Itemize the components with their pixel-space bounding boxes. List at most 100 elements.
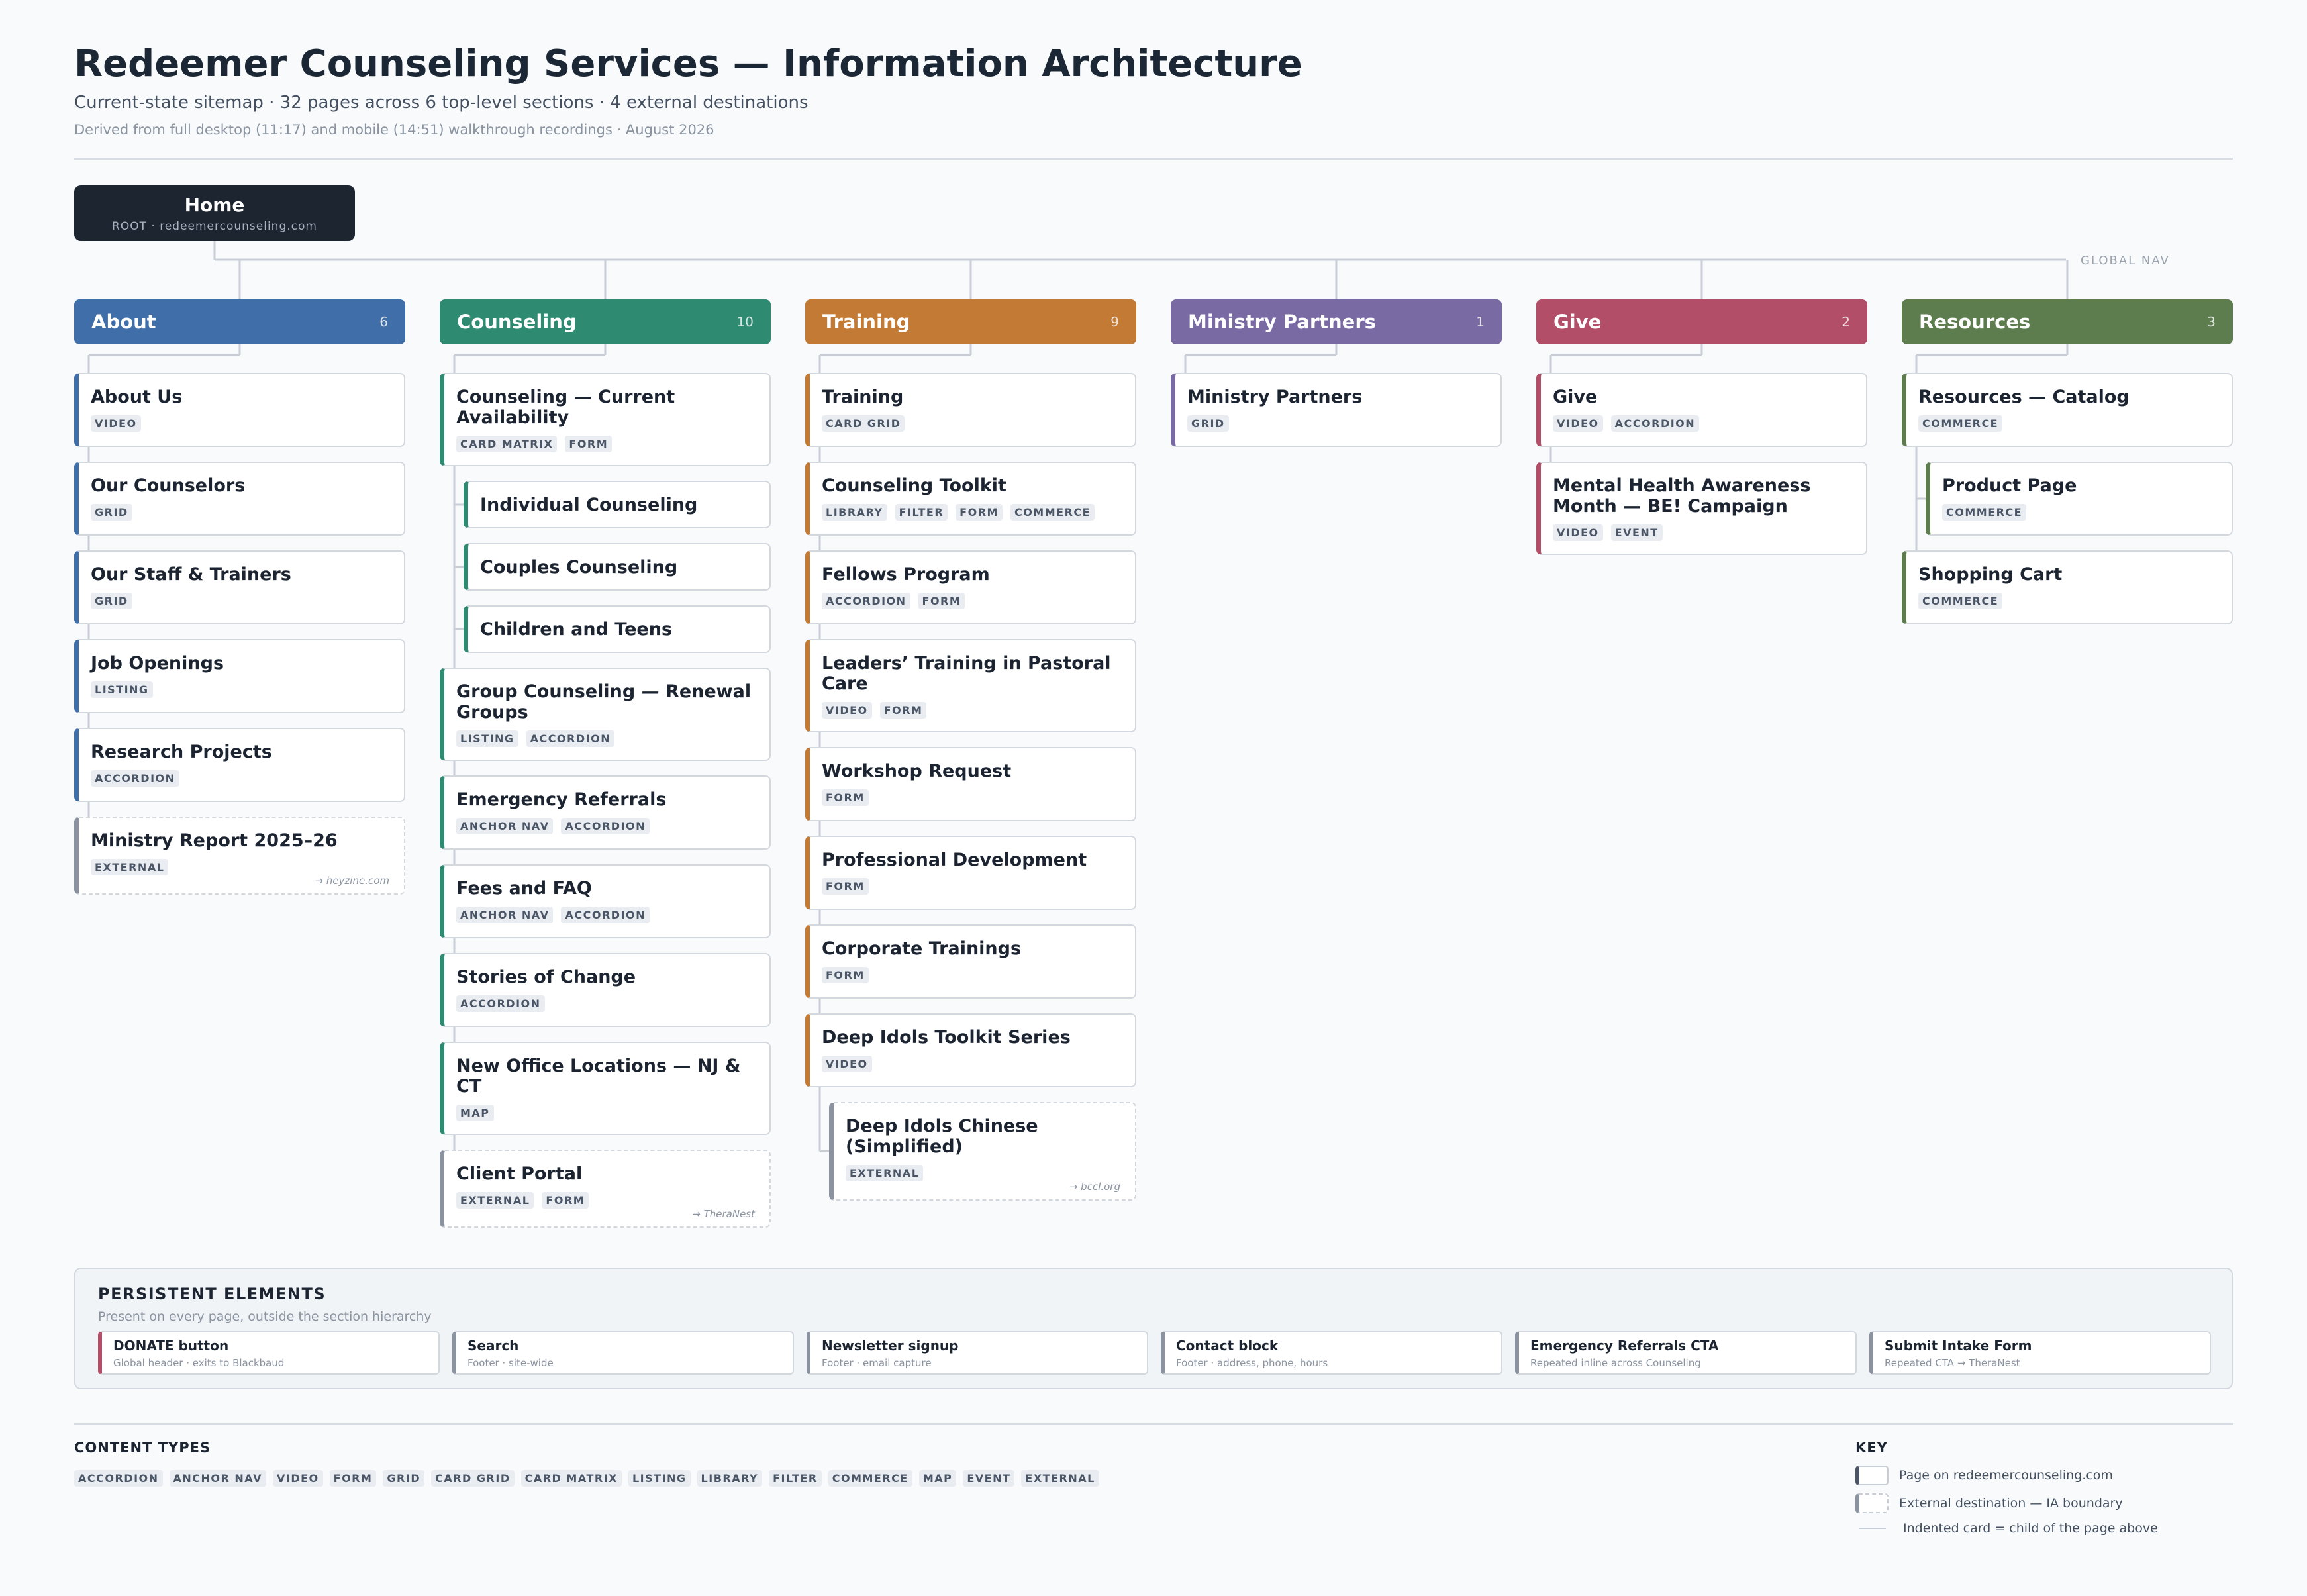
content-type-tags: VIDEO ACCORDION: [1553, 415, 1853, 432]
section-header-resources[interactable]: Resources 3: [1902, 299, 2233, 344]
tag-video: VIDEO: [822, 1056, 872, 1072]
content-types-title: CONTENT TYPES: [74, 1440, 211, 1456]
tag-form: FORM: [542, 1192, 589, 1209]
persistent-search[interactable]: Search Footer · site-wide: [452, 1331, 794, 1375]
content-type-tags: EXTERNAL: [846, 1165, 1122, 1181]
child-page-card-children-and-teens[interactable]: Children and Teens: [464, 605, 771, 653]
content-type-tags: ANCHOR NAV ACCORDION: [456, 907, 756, 923]
section-header-ministry-partners[interactable]: Ministry Partners 1: [1171, 299, 1502, 344]
tag-accordion: ACCORDION: [1610, 415, 1700, 432]
key-page: Page on redeemercounseling.com: [1855, 1466, 2113, 1485]
page-title: Leaders’ Training in Pastoral Care: [822, 653, 1111, 694]
legend-tag-listing: LISTING: [628, 1470, 691, 1487]
content-type-tags: FORM: [822, 878, 1122, 895]
page-card-group-counseling-renewal-groups[interactable]: Group Counseling — Renewal Groups LISTING…: [440, 668, 771, 761]
page-card-training[interactable]: Training CARD GRID: [805, 373, 1136, 447]
page-card-mental-health-awareness-month-be-campaign[interactable]: Mental Health Awareness Month — BE! Camp…: [1536, 462, 1867, 555]
page-card-resources-catalog[interactable]: Resources — Catalog COMMERCE: [1902, 373, 2233, 447]
content-type-tags: ACCORDION: [91, 770, 391, 787]
key-child-line: [1859, 1528, 1886, 1529]
page-card-deep-idols-toolkit-series[interactable]: Deep Idols Toolkit Series VIDEO: [805, 1013, 1136, 1087]
content-type-tags: VIDEO: [91, 415, 391, 432]
tag-anchor-nav: ANCHOR NAV: [456, 907, 554, 923]
legend-tag-event: EVENT: [963, 1470, 1015, 1487]
persistent-emergency-referrals-cta[interactable]: Emergency Referrals CTA Repeated inline a…: [1515, 1331, 1857, 1375]
page-card-research-projects[interactable]: Research Projects ACCORDION: [74, 728, 405, 802]
persistent-item-detail: Repeated inline across Counseling: [1530, 1357, 1701, 1369]
tag-form: FORM: [918, 593, 965, 609]
page-card-professional-development[interactable]: Professional Development FORM: [805, 836, 1136, 910]
page-title: Training: [822, 387, 904, 407]
page-card-ministry-partners[interactable]: Ministry Partners GRID: [1171, 373, 1502, 447]
page-card-workshop-request[interactable]: Workshop Request FORM: [805, 747, 1136, 821]
page-card-corporate-trainings[interactable]: Corporate Trainings FORM: [805, 924, 1136, 999]
tag-form: FORM: [956, 504, 1003, 521]
tag-accordion: ACCORDION: [822, 593, 910, 609]
section-header-about[interactable]: About 6: [74, 299, 405, 344]
tag-card-grid: CARD GRID: [822, 415, 905, 432]
external-destination: → TheraNest: [692, 1208, 755, 1220]
page-title: Ministry Partners: [1187, 387, 1363, 407]
page-title: Individual Counseling: [480, 495, 698, 515]
tag-commerce: COMMERCE: [1918, 593, 2003, 609]
section-header-training[interactable]: Training 9: [805, 299, 1136, 344]
page-card-shopping-cart[interactable]: Shopping Cart COMMERCE: [1902, 550, 2233, 624]
legend-tag-library: LIBRARY: [697, 1470, 763, 1487]
child-page-card-product-page[interactable]: Product Page COMMERCE: [1926, 462, 2233, 536]
root-home-node[interactable]: Home ROOT · redeemercounseling.com: [74, 185, 355, 241]
persistent-newsletter-signup[interactable]: Newsletter signup Footer · email capture: [807, 1331, 1148, 1375]
page-card-leaders-training-in-pastoral-care[interactable]: Leaders’ Training in Pastoral Care VIDEO F…: [805, 639, 1136, 732]
page-card-client-portal[interactable]: Client Portal EXTERNAL FORM → TheraNest: [440, 1150, 771, 1228]
legend-tag-map: MAP: [918, 1470, 957, 1487]
page-title: Product Page: [1942, 475, 2077, 496]
page-card-our-counselors[interactable]: Our Counselors GRID: [74, 462, 405, 536]
tag-grid: GRID: [91, 593, 132, 609]
tag-form: FORM: [822, 878, 869, 895]
page-card-give[interactable]: Give VIDEO ACCORDION: [1536, 373, 1867, 447]
child-page-card-deep-idols-chinese-simplified[interactable]: Deep Idols Chinese (Simplified) EXTERNAL →…: [829, 1102, 1136, 1201]
page-card-fees-and-faq[interactable]: Fees and FAQ ANCHOR NAV ACCORDION: [440, 864, 771, 938]
content-type-tags: ACCORDION FORM: [822, 593, 1122, 609]
content-type-tags: VIDEO FORM: [822, 702, 1122, 719]
header-divider: [74, 158, 2233, 160]
footer-divider: [74, 1423, 2233, 1425]
page-card-ministry-report-2025-26[interactable]: Ministry Report 2025–26 EXTERNAL → heyzine…: [74, 817, 405, 895]
page-card-job-openings[interactable]: Job Openings LISTING: [74, 639, 405, 713]
page-card-our-staff-trainers[interactable]: Our Staff & Trainers GRID: [74, 550, 405, 624]
section-page-count: 10: [736, 314, 754, 330]
page-card-new-office-locations-nj-ct[interactable]: New Office Locations — NJ & CT MAP: [440, 1042, 771, 1135]
page-card-stories-of-change[interactable]: Stories of Change ACCORDION: [440, 953, 771, 1027]
persistent-submit-intake-form[interactable]: Submit Intake Form Repeated CTA → TheraNe…: [1869, 1331, 2211, 1375]
page-title: Fees and FAQ: [456, 878, 592, 899]
persistent-item-title: Search: [467, 1338, 519, 1354]
sitemap-canvas: Redeemer Counseling Services — Informati…: [0, 0, 2307, 1596]
key-child: Indented card = child of the page above: [1855, 1521, 2158, 1536]
content-type-tags: COMMERCE: [1942, 504, 2218, 521]
key-external-swatch: [1855, 1493, 1889, 1513]
legend-tag-accordion: ACCORDION: [74, 1470, 163, 1487]
child-page-card-individual-counseling[interactable]: Individual Counseling: [464, 481, 771, 528]
persistent-item-detail: Repeated CTA → TheraNest: [1885, 1357, 2020, 1369]
external-destination: → bccl.org: [1069, 1181, 1120, 1193]
tag-accordion: ACCORDION: [456, 995, 545, 1012]
page-card-about-us[interactable]: About Us VIDEO: [74, 373, 405, 447]
page-title: Couples Counseling: [480, 557, 678, 577]
content-type-tags: VIDEO: [822, 1056, 1122, 1072]
global-nav-label: GLOBAL NAV: [2081, 254, 2170, 268]
section-header-give[interactable]: Give 2: [1536, 299, 1867, 344]
section-name: Resources: [1919, 311, 2031, 333]
persistent-contact-block[interactable]: Contact block Footer · address, phone, ho…: [1161, 1331, 1502, 1375]
content-type-tags: FORM: [822, 789, 1122, 806]
child-page-card-couples-counseling[interactable]: Couples Counseling: [464, 543, 771, 591]
page-card-fellows-program[interactable]: Fellows Program ACCORDION FORM: [805, 550, 1136, 624]
page-card-counseling-current-availability[interactable]: Counseling — Current Availability CARD MA…: [440, 373, 771, 466]
persistent-donate-button[interactable]: DONATE button Global header · exits to Bl…: [98, 1331, 440, 1375]
legend-tag-card-matrix: CARD MATRIX: [520, 1470, 622, 1487]
tag-accordion: ACCORDION: [91, 770, 179, 787]
page-card-counseling-toolkit[interactable]: Counseling Toolkit LIBRARY FILTER FORM COMME…: [805, 462, 1136, 536]
persistent-item-detail: Footer · email capture: [822, 1357, 932, 1369]
content-type-tags: EXTERNAL: [91, 859, 391, 875]
page-card-emergency-referrals[interactable]: Emergency Referrals ANCHOR NAV ACCORDION: [440, 775, 771, 850]
page-title: Research Projects: [91, 742, 272, 762]
section-header-counseling[interactable]: Counseling 10: [440, 299, 771, 344]
